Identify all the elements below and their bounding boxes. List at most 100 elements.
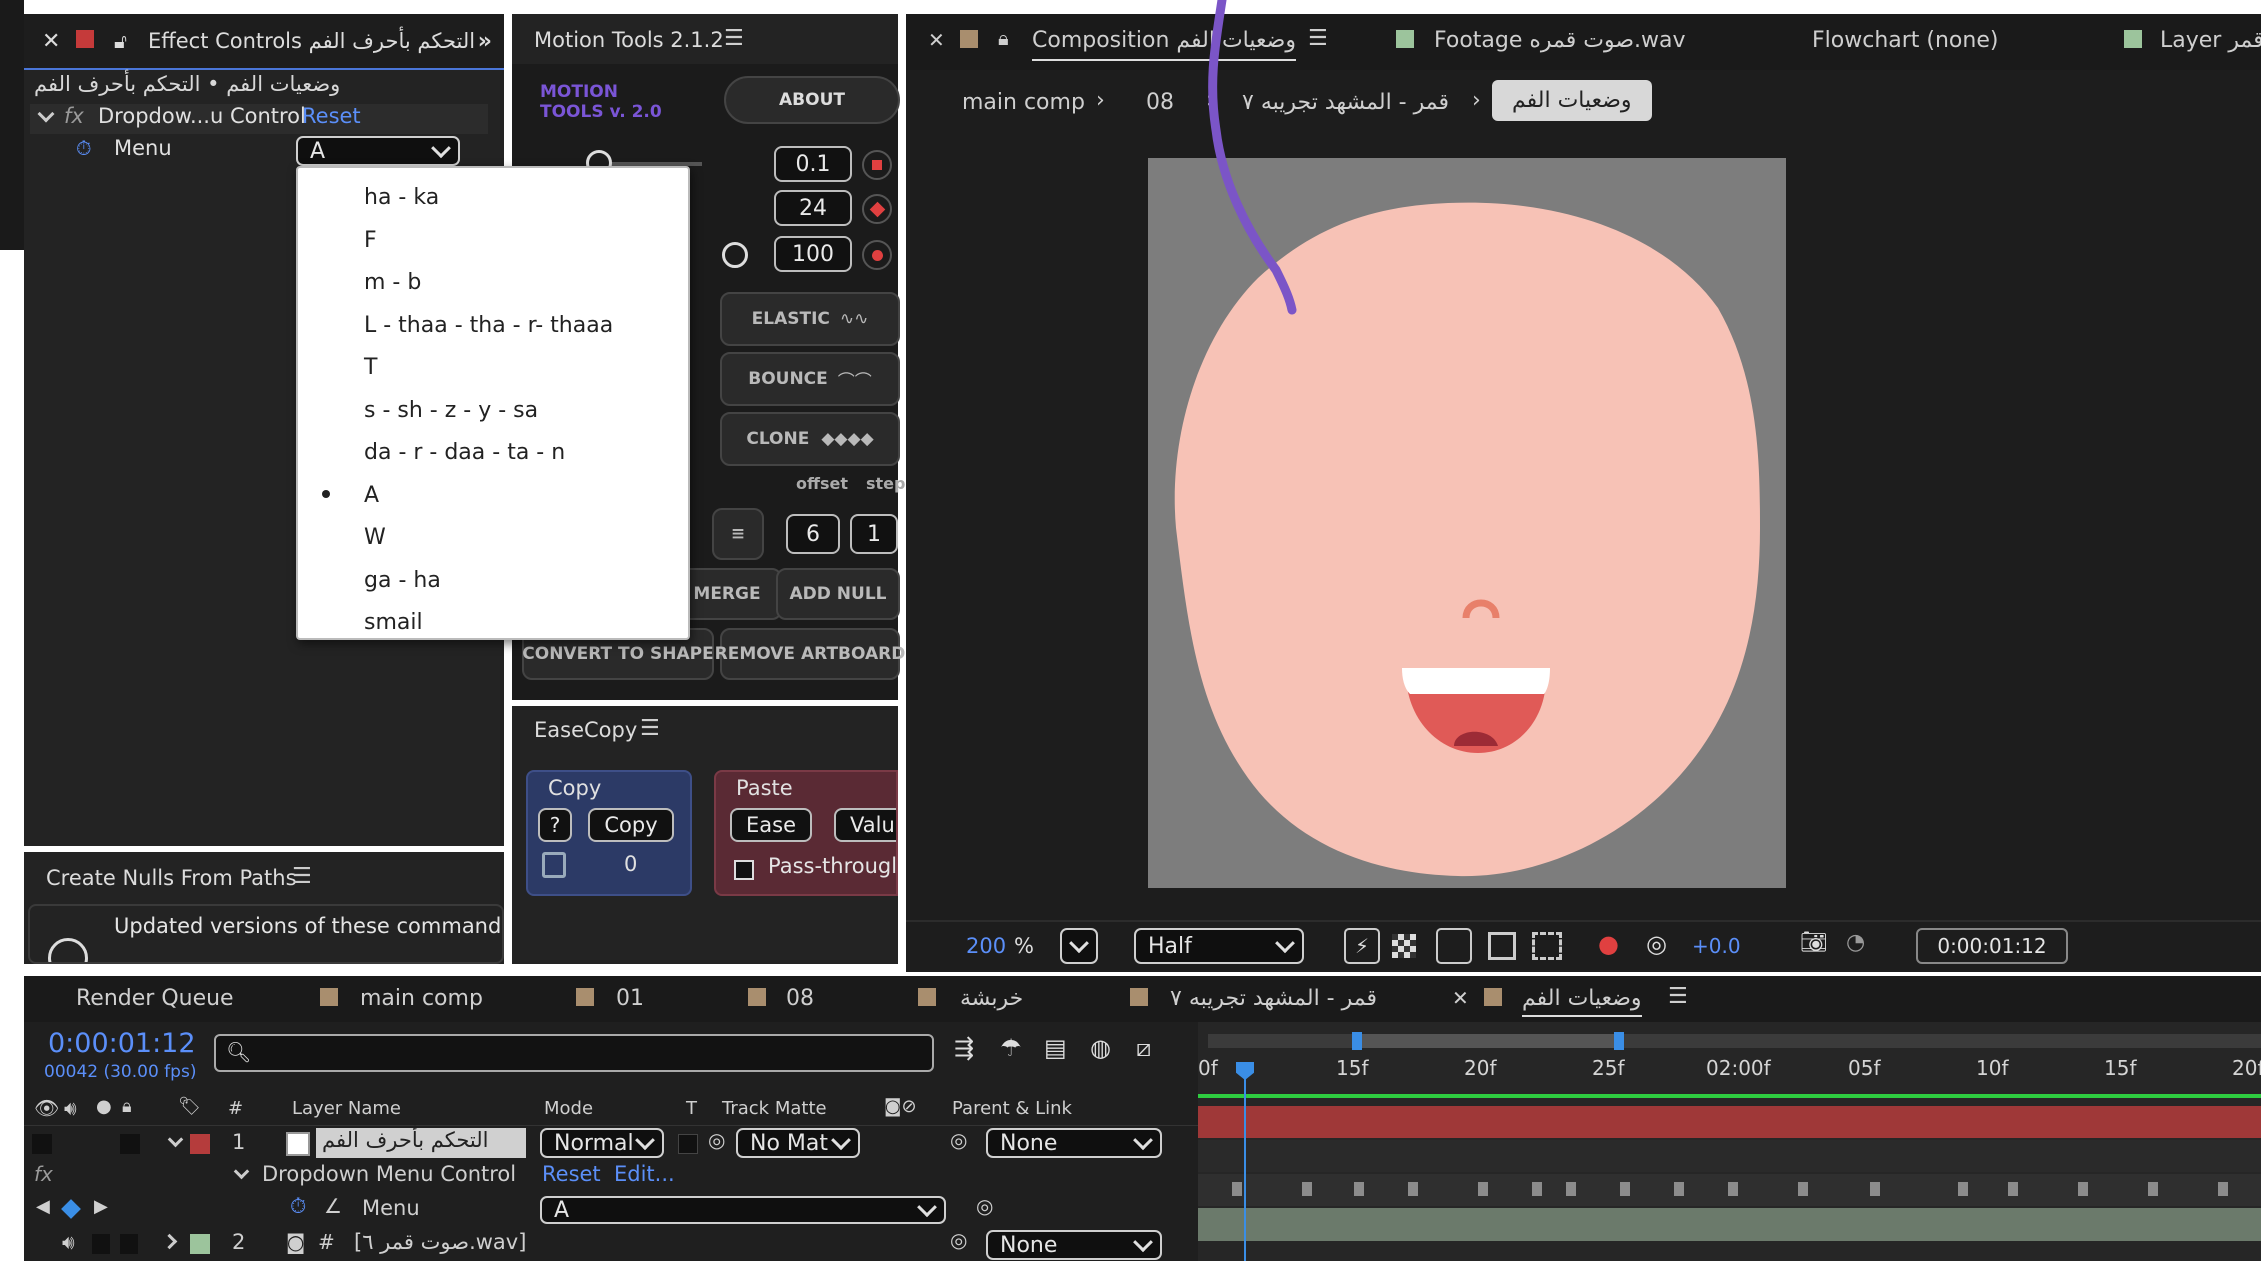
- menu-dropdown[interactable]: A: [296, 136, 460, 166]
- keyframe-marker[interactable]: [1354, 1182, 1364, 1196]
- color-management-icon[interactable]: ◎: [1646, 930, 1667, 958]
- reset-link[interactable]: Reset: [302, 104, 361, 128]
- keyframe-marker[interactable]: [1302, 1182, 1312, 1196]
- menu-item[interactable]: ga - ha: [298, 559, 688, 601]
- menu-item[interactable]: m - b: [298, 261, 688, 303]
- twirl-down-icon[interactable]: [233, 1163, 250, 1180]
- navigator-end-handle[interactable]: [1614, 1032, 1624, 1050]
- motion-blur-icon[interactable]: ◍: [1090, 1034, 1111, 1062]
- keyframe-marker[interactable]: [1532, 1182, 1542, 1196]
- mode-dropdown[interactable]: Normal: [540, 1128, 664, 1158]
- copy-button[interactable]: Copy: [588, 808, 674, 842]
- menu-item-selected[interactable]: A: [298, 474, 688, 516]
- parent-dropdown[interactable]: None: [986, 1128, 1162, 1158]
- region-of-interest-icon[interactable]: [1488, 932, 1516, 960]
- work-area-range[interactable]: [1358, 1034, 1618, 1048]
- keyframe-marker[interactable]: [2148, 1182, 2158, 1196]
- layer-label-color[interactable]: [190, 1234, 210, 1254]
- column-mode[interactable]: Mode: [544, 1098, 593, 1119]
- tab-mouth-positions[interactable]: وضعيات الفم: [1522, 986, 1642, 1017]
- menu-item[interactable]: da - r - daa - ta - n: [298, 431, 688, 473]
- layer-row-2[interactable]: 🔊︎ 2 ◙ # [صوت قمر ٦.wav] ◎ None: [24, 1228, 1198, 1261]
- playhead-handle[interactable]: [1236, 1062, 1254, 1080]
- add-null-button[interactable]: ADD NULL: [776, 568, 900, 620]
- effect-controls-title[interactable]: Effect Controls التحكم بأحرف الفم: [148, 29, 475, 53]
- zoom-dropdown[interactable]: [1060, 928, 1098, 964]
- fx-icon[interactable]: fx: [34, 1162, 53, 1186]
- circle-icon[interactable]: [722, 242, 748, 268]
- keyframe-marker[interactable]: [2218, 1182, 2228, 1196]
- parent-dropdown[interactable]: None: [986, 1230, 1162, 1260]
- stair-icon[interactable]: ≡: [712, 508, 764, 560]
- solo-icon[interactable]: ●: [96, 1096, 112, 1117]
- keyframe-marker[interactable]: [1728, 1182, 1738, 1196]
- menu-item[interactable]: L - thaa - tha - r- thaaa: [298, 304, 688, 346]
- resolution-dropdown[interactable]: Half: [1134, 928, 1304, 964]
- breadcrumb-item-active[interactable]: وضعيات الفم: [1492, 80, 1652, 121]
- record-button-2[interactable]: [862, 194, 892, 224]
- bounce-button[interactable]: BOUNCE ⌒⌒: [720, 352, 900, 406]
- pick-whip-icon[interactable]: ◎: [950, 1128, 967, 1152]
- exposure-value[interactable]: +0.0: [1692, 934, 1741, 958]
- channels-icon[interactable]: ●: [1598, 930, 1619, 958]
- keyframe-marker[interactable]: [1870, 1182, 1880, 1196]
- keyframe-marker[interactable]: [1620, 1182, 1630, 1196]
- playhead-line[interactable]: [1244, 1062, 1246, 1261]
- menu-icon[interactable]: ☰: [724, 26, 744, 51]
- close-icon[interactable]: ✕: [1452, 986, 1469, 1010]
- keyframe-marker[interactable]: [1674, 1182, 1684, 1196]
- label-tag-icon[interactable]: 🏷︎: [178, 1096, 201, 1117]
- menu-icon[interactable]: ☰: [1668, 984, 1688, 1009]
- breadcrumb-item[interactable]: 08: [1146, 90, 1174, 115]
- layer-name-field[interactable]: التحكم بأحرف الفم: [316, 1128, 526, 1158]
- matte-link-icon[interactable]: ◎: [708, 1128, 725, 1152]
- show-snapshot-icon[interactable]: ◔: [1846, 930, 1865, 955]
- step-field[interactable]: 1: [850, 514, 898, 554]
- elastic-button[interactable]: ELASTIC ∿∿: [720, 292, 900, 346]
- keyframe-marker[interactable]: [1408, 1182, 1418, 1196]
- audio-icon[interactable]: 🔊︎: [62, 1230, 75, 1254]
- layer-2-bar[interactable]: [1198, 1208, 2261, 1241]
- track-matte-dropdown[interactable]: No Mat: [736, 1128, 860, 1158]
- graph-editor-icon[interactable]: ⧄: [1136, 1034, 1151, 1062]
- value-button[interactable]: Valu: [834, 808, 896, 842]
- value-field-3[interactable]: 100: [774, 236, 852, 272]
- help-button[interactable]: ?: [538, 808, 572, 842]
- clone-button[interactable]: CLONE ◆◆◆◆: [720, 412, 900, 466]
- keyframe-marker[interactable]: [1958, 1182, 1968, 1196]
- pick-whip-icon[interactable]: ◎: [950, 1228, 967, 1252]
- lock-toggle[interactable]: [120, 1234, 138, 1254]
- keyframe-marker[interactable]: [1232, 1182, 1242, 1196]
- tab-footage[interactable]: Footage صوت قمره.wav: [1434, 28, 1686, 53]
- lock-icon[interactable]: 🔒︎: [998, 26, 1009, 50]
- edit-link[interactable]: Edit...: [614, 1162, 675, 1186]
- lock-icon[interactable]: 🔓︎: [114, 29, 127, 53]
- lock-icon[interactable]: 🔒︎: [122, 1096, 132, 1117]
- value-field-2[interactable]: 24: [774, 190, 852, 226]
- tab-08[interactable]: 08: [786, 986, 814, 1011]
- column-layer-name[interactable]: Layer Name: [292, 1098, 401, 1119]
- stopwatch-icon[interactable]: ⏱︎: [76, 136, 92, 160]
- pass-through-checkbox[interactable]: [734, 860, 754, 880]
- menu-value-dropdown[interactable]: A: [540, 1196, 946, 1224]
- work-area-navigator[interactable]: [1208, 1032, 2261, 1050]
- graph-icon[interactable]: ∠: [324, 1194, 342, 1218]
- menu-icon[interactable]: ☰: [1308, 26, 1328, 51]
- keyframe-marker[interactable]: [1566, 1182, 1576, 1196]
- camera-icon[interactable]: 📷︎: [1800, 930, 1828, 955]
- guides-icon[interactable]: [1532, 932, 1562, 960]
- lock-toggle[interactable]: [120, 1134, 140, 1154]
- next-keyframe-icon[interactable]: ▶: [94, 1196, 108, 1217]
- panel-expand-icon[interactable]: »: [478, 29, 492, 54]
- close-icon[interactable]: ✕: [928, 28, 945, 52]
- tab-scribble[interactable]: خربشة: [960, 986, 1023, 1011]
- trash-icon[interactable]: [542, 852, 566, 878]
- reset-link[interactable]: Reset: [542, 1162, 601, 1186]
- menu-item[interactable]: F: [298, 219, 688, 261]
- visibility-toggle[interactable]: [32, 1134, 52, 1154]
- tab-render-queue[interactable]: Render Queue: [76, 986, 234, 1011]
- record-button-3[interactable]: [862, 240, 892, 270]
- about-button[interactable]: ABOUT: [724, 76, 900, 124]
- keyframe-icon[interactable]: [61, 1199, 81, 1219]
- stopwatch-icon[interactable]: ⏱︎: [290, 1194, 306, 1219]
